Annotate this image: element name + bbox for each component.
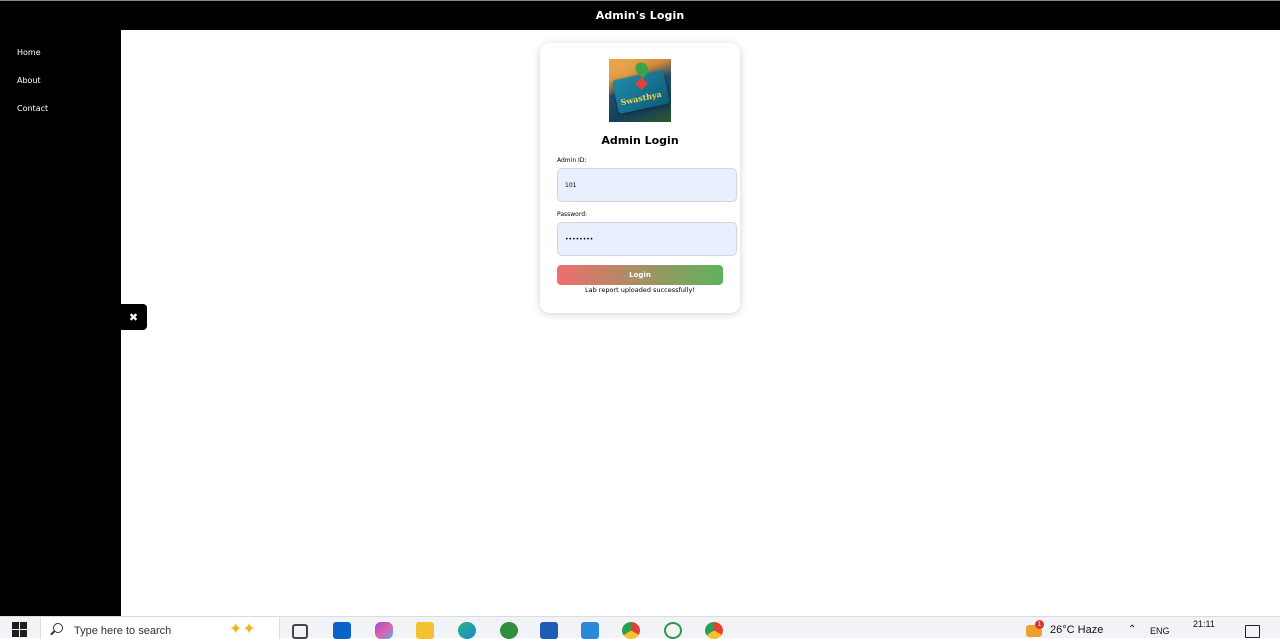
chrome-profile-icon[interactable]	[500, 622, 518, 639]
sidebar-item-home[interactable]: Home	[17, 48, 41, 57]
search-icon	[53, 623, 63, 633]
chrome-icon-2[interactable]	[705, 622, 723, 639]
windows-start-icon[interactable]	[12, 622, 27, 637]
admin-id-value: 101	[565, 181, 577, 189]
taskbar-search[interactable]: Type here to search ✦✦	[40, 617, 280, 639]
search-placeholder: Type here to search	[74, 625, 172, 637]
password-value: ••••••••	[565, 235, 594, 243]
notification-badge: 1	[1035, 620, 1044, 629]
chrome-icon[interactable]	[622, 622, 640, 639]
word-icon[interactable]	[540, 622, 558, 639]
login-card: Swasthya Admin Login Admin ID: 101 Passw…	[540, 43, 740, 313]
clock-time[interactable]: 21:11	[1193, 619, 1215, 629]
task-view-icon[interactable]	[292, 624, 308, 639]
sidebar-item-contact[interactable]: Contact	[17, 104, 48, 113]
password-input[interactable]: ••••••••	[557, 222, 737, 256]
swasthya-logo: Swasthya	[609, 59, 671, 122]
admin-id-input[interactable]: 101	[557, 168, 737, 202]
password-label: Password:	[557, 211, 588, 218]
copilot-icon[interactable]	[375, 622, 393, 639]
weather-text[interactable]: 26°C Haze	[1050, 624, 1103, 636]
edge-icon[interactable]	[458, 622, 476, 639]
sidebar: Home About Contact	[0, 30, 121, 616]
vscode-icon[interactable]	[581, 622, 599, 639]
login-heading: Admin Login	[601, 134, 679, 147]
outlook-icon[interactable]	[333, 622, 351, 639]
notifications-icon[interactable]	[1245, 625, 1260, 638]
file-explorer-icon[interactable]	[416, 622, 434, 639]
admin-id-label: Admin ID:	[557, 157, 587, 164]
chevron-up-icon[interactable]: ⌃	[1128, 624, 1136, 635]
header-bar: Admin's Login	[0, 0, 1280, 30]
windows-taskbar: Type here to search ✦✦ 1 26°C Haze ⌃ ENG…	[0, 616, 1280, 639]
status-message: Lab report uploaded successfully!	[585, 286, 695, 294]
language-indicator[interactable]: ENG	[1150, 626, 1170, 636]
whatsapp-icon[interactable]	[664, 622, 682, 639]
sidebar-close-button[interactable]: ✖	[120, 304, 147, 330]
copilot-sparkle-icon: ✦✦	[229, 619, 256, 638]
login-button[interactable]: Login	[557, 265, 723, 285]
close-icon: ✖	[128, 310, 139, 324]
sidebar-item-about[interactable]: About	[17, 76, 41, 85]
page-title: Admin's Login	[595, 9, 685, 22]
